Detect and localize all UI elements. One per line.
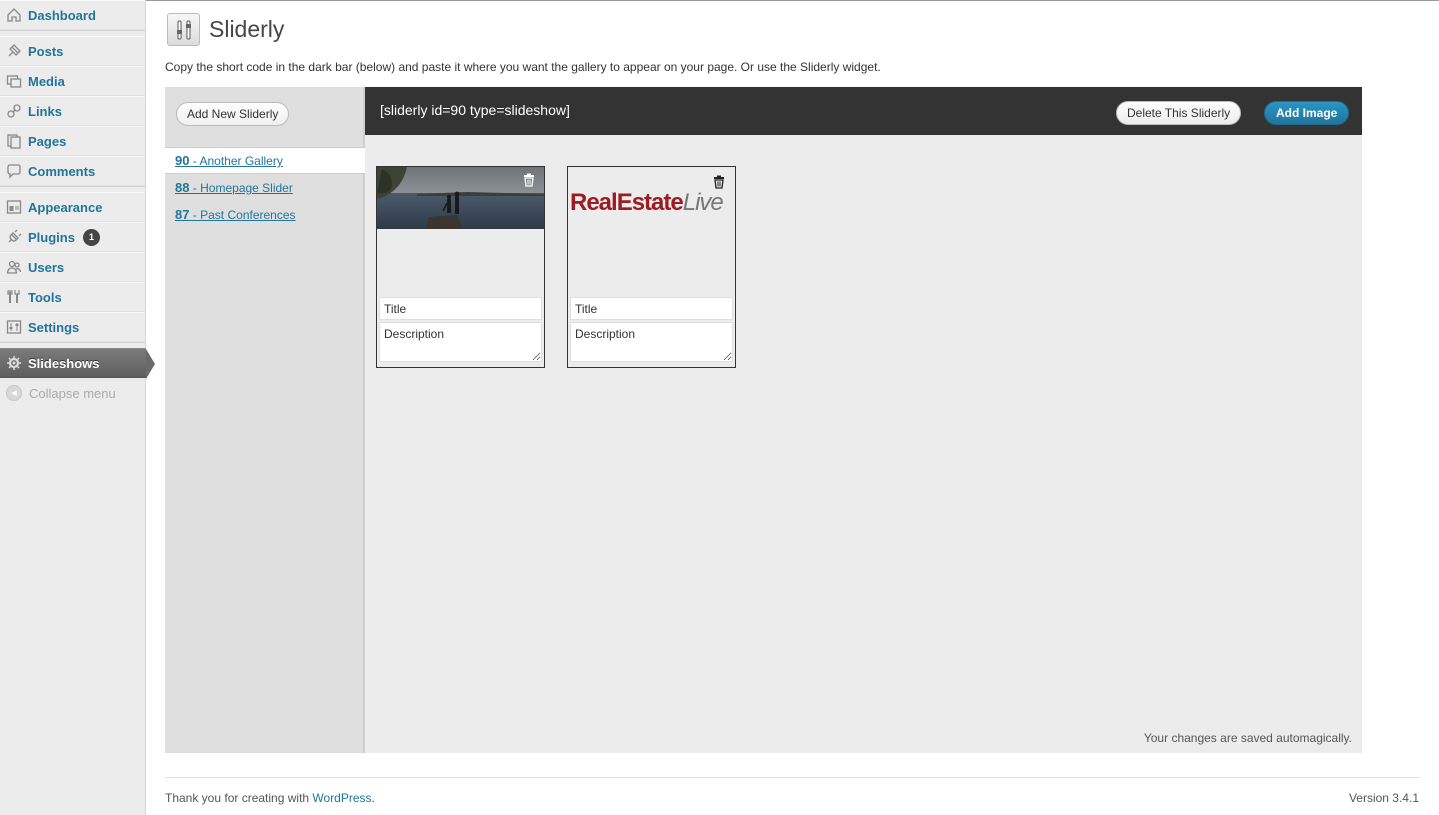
- sidebar-item-dashboard[interactable]: Dashboard: [0, 0, 145, 30]
- sliderly-panel: Add New Sliderly 90 - Another Gallery 88…: [165, 87, 1362, 753]
- image-thumbnail[interactable]: RealEstateLive: [568, 167, 735, 229]
- logo-text-italic: Live: [682, 189, 724, 216]
- gallery-link[interactable]: 90 - Another Gallery: [175, 153, 283, 168]
- gallery-link[interactable]: 87 - Past Conferences: [175, 207, 296, 222]
- add-image-button[interactable]: Add Image: [1264, 101, 1350, 125]
- wordpress-link[interactable]: WordPress: [312, 791, 371, 805]
- delete-image-icon[interactable]: [712, 175, 726, 189]
- collapse-arrow-icon: ◀: [6, 385, 22, 401]
- logo-text-main: RealEstate: [570, 189, 684, 216]
- gallery-sidebar: Add New Sliderly 90 - Another Gallery 88…: [165, 87, 365, 753]
- image-title-input[interactable]: [379, 297, 542, 320]
- gallery-name: - Another Gallery: [189, 154, 283, 168]
- sidebar-item-media[interactable]: Media: [0, 66, 145, 96]
- realestate-live-logo: RealEstateLive: [570, 189, 724, 217]
- comments-icon: [6, 163, 22, 179]
- add-new-sliderly-button[interactable]: Add New Sliderly: [176, 102, 290, 126]
- lake-photo-image: [377, 167, 544, 229]
- sidebar-item-label: Posts: [28, 43, 64, 59]
- gallery-item-87[interactable]: 87 - Past Conferences: [165, 201, 365, 228]
- users-icon: [6, 259, 22, 275]
- footer-divider: [165, 777, 1420, 778]
- sidebar-item-label: Media: [28, 73, 65, 89]
- delete-image-icon[interactable]: [522, 173, 536, 187]
- sidebar-item-settings[interactable]: Settings: [0, 312, 145, 342]
- sidebar-item-appearance[interactable]: Appearance: [0, 192, 145, 222]
- plugins-icon: [6, 229, 22, 245]
- gallery-name: - Past Conferences: [189, 208, 296, 222]
- gallery-id: 90: [175, 153, 190, 168]
- footer-version: Version 3.4.1: [1348, 791, 1419, 805]
- intro-text: Copy the short code in the dark bar (bel…: [165, 60, 881, 74]
- sidebar-item-plugins[interactable]: Plugins 1: [0, 222, 145, 252]
- sidebar-item-label: Settings: [28, 319, 80, 335]
- sidebar-item-tools[interactable]: Tools: [0, 282, 145, 312]
- image-description-input[interactable]: [570, 322, 733, 362]
- menu-group-dashboard: Dashboard: [0, 0, 145, 31]
- page-header: Sliderly: [167, 13, 284, 46]
- gallery-list: 90 - Another Gallery 88 - Homepage Slide…: [165, 147, 365, 228]
- image-thumbnail[interactable]: [377, 167, 544, 229]
- footer-thanks-prefix: Thank you for creating with: [165, 791, 313, 805]
- footer-thanks: Thank you for creating with WordPress.: [165, 791, 375, 805]
- appearance-icon: [6, 199, 22, 215]
- slideshows-icon: [6, 355, 22, 371]
- shortcode-bar: [sliderly id=90 type=slideshow] Delete T…: [365, 87, 1362, 135]
- menu-group-content: Posts Media Links Pages Comments: [0, 36, 145, 187]
- sidebar-item-label: Slideshows: [28, 355, 100, 371]
- gallery-link[interactable]: 88 - Homepage Slider: [175, 180, 293, 195]
- sidebar-item-label: Pages: [28, 133, 67, 149]
- sidebar-item-label: Links: [28, 103, 62, 119]
- autosave-note: Your changes are saved automagically.: [1143, 731, 1352, 745]
- sidebar-item-comments[interactable]: Comments: [0, 156, 145, 186]
- dashboard-icon: [6, 7, 22, 23]
- sidebar-item-label: Tools: [28, 289, 62, 305]
- sidebar-item-label: Comments: [28, 163, 96, 179]
- sidebar-item-links[interactable]: Links: [0, 96, 145, 126]
- sidebar-item-label: Users: [28, 259, 65, 275]
- sidebar-item-pages[interactable]: Pages: [0, 126, 145, 156]
- collapse-menu-button[interactable]: ◀ Collapse menu: [0, 378, 145, 408]
- sidebar-item-posts[interactable]: Posts: [0, 36, 145, 66]
- image-title-input[interactable]: [570, 297, 733, 320]
- posts-icon: [6, 43, 22, 59]
- gallery-name: - Homepage Slider: [189, 181, 293, 195]
- page-title: Sliderly: [209, 16, 285, 42]
- sidebar-item-label: Dashboard: [28, 7, 96, 23]
- pages-icon: [6, 133, 22, 149]
- sidebar-item-label: Plugins: [28, 229, 75, 245]
- admin-sidebar: Dashboard Posts Media Links Pages Commen…: [0, 0, 155, 815]
- image-description-input[interactable]: [379, 322, 542, 362]
- gallery-id: 87: [175, 207, 190, 222]
- media-icon: [6, 73, 22, 89]
- sidebar-item-label: Appearance: [28, 199, 103, 215]
- collapse-menu-label: Collapse menu: [29, 385, 116, 401]
- sidebar-item-slideshows[interactable]: Slideshows: [0, 348, 155, 379]
- delete-sliderly-button[interactable]: Delete This Sliderly: [1116, 101, 1242, 125]
- top-border: [146, 0, 1439, 1]
- sidebar-item-users[interactable]: Users: [0, 252, 145, 282]
- gallery-item-88[interactable]: 88 - Homepage Slider: [165, 174, 365, 201]
- settings-icon: [6, 319, 22, 335]
- sliderly-settings-icon: [167, 13, 200, 46]
- menu-group-admin: Appearance Plugins 1 Users Tools Setting…: [0, 192, 145, 343]
- shortcode-text[interactable]: [sliderly id=90 type=slideshow]: [380, 102, 570, 118]
- image-card: RealEstateLive: [567, 166, 736, 368]
- tools-icon: [6, 289, 22, 305]
- image-card: [376, 166, 545, 368]
- plugins-update-badge: 1: [82, 228, 100, 246]
- gallery-item-90[interactable]: 90 - Another Gallery: [165, 147, 365, 174]
- footer-thanks-suffix: .: [371, 791, 375, 805]
- gallery-id: 88: [175, 180, 190, 195]
- links-icon: [6, 103, 22, 119]
